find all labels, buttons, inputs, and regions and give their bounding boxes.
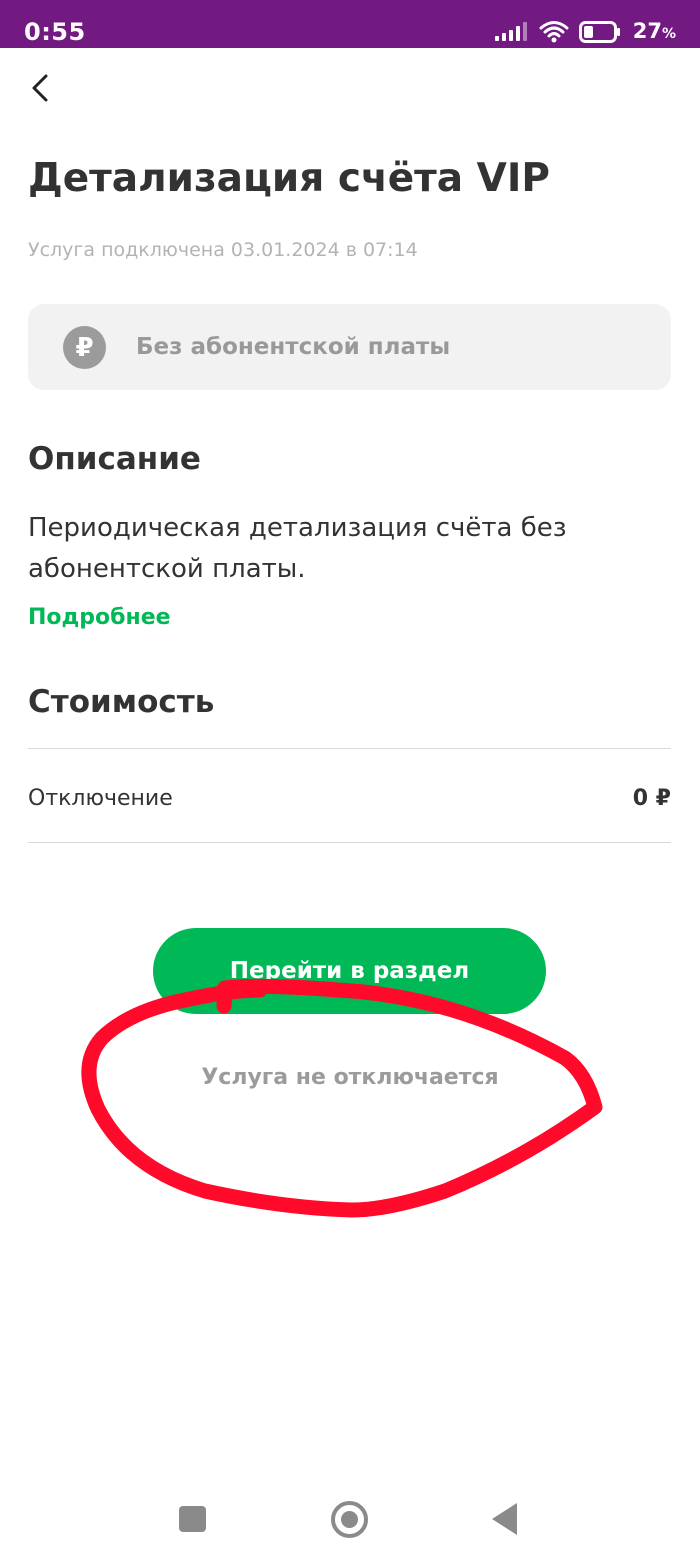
battery-percent-value: 27: [632, 18, 662, 43]
signal-icon: [494, 22, 527, 41]
back-button[interactable]: [20, 66, 60, 110]
divider: [28, 748, 671, 749]
page-title: Детализация счёта VIP: [28, 156, 550, 201]
battery-percent: 27%: [633, 17, 676, 48]
status-time: 0:55: [24, 18, 86, 46]
status-bar: 0:55 27%: [0, 0, 700, 48]
cost-label: Отключение: [28, 786, 173, 811]
service-details-screen: 0:55 27% Детализация счёта VIP Услуга по…: [0, 0, 700, 1561]
connection-status: Услуга подключена 03.01.2024 в 07:14: [28, 239, 418, 261]
android-navigation-bar: [0, 1480, 700, 1561]
go-to-section-button[interactable]: Перейти в раздел: [153, 928, 546, 1014]
recent-apps-icon[interactable]: [179, 1506, 206, 1532]
cost-value: 0 ₽: [632, 786, 671, 811]
chevron-left-icon: [32, 74, 48, 102]
description-text: Периодическая детализация счёта без абон…: [28, 513, 567, 584]
cost-row: Отключение 0 ₽: [28, 750, 671, 842]
divider: [28, 842, 671, 843]
description-title: Описание: [28, 441, 201, 477]
battery-icon: [578, 21, 620, 43]
status-icons: 27%: [494, 16, 676, 48]
back-triangle-icon[interactable]: [492, 1503, 517, 1535]
ruble-icon: ₽: [63, 326, 106, 369]
more-link[interactable]: Подробнее: [28, 603, 171, 633]
cost-title: Стоимость: [28, 684, 215, 720]
percent-sign: %: [661, 25, 676, 42]
fee-card: ₽ Без абонентской платы: [28, 304, 671, 390]
wifi-icon: [539, 21, 569, 43]
home-icon[interactable]: [331, 1501, 368, 1538]
service-not-disconnectable-notice: Услуга не отключается: [201, 1065, 499, 1090]
fee-label: Без абонентской платы: [136, 334, 451, 360]
